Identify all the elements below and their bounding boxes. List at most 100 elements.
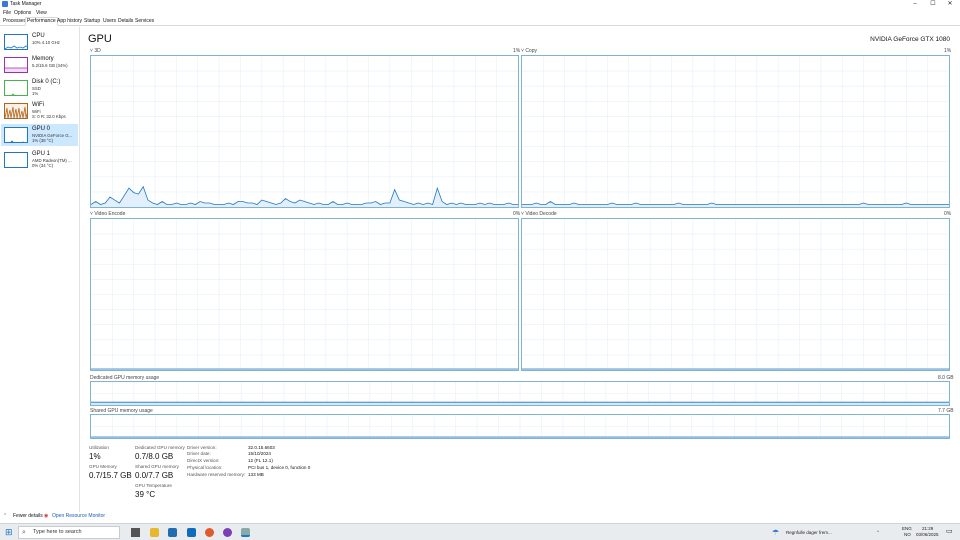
reserved-memory-value: 133 MB — [248, 472, 264, 477]
resource-monitor-icon: ◉ — [44, 513, 49, 519]
weather-text[interactable]: Regnfulle dager frem... — [786, 530, 832, 536]
sidebar-item-gpu-1[interactable]: GPU 1 AMD Radeon(TM) ... 0% (34 °C) — [1, 149, 78, 171]
engine-name: Copy — [525, 48, 537, 54]
sidebar-item-name: WiFi — [32, 102, 44, 108]
tab-startup[interactable]: Startup — [83, 17, 101, 26]
tab-users[interactable]: Users — [102, 17, 117, 26]
sidebar-item-name: CPU — [32, 33, 45, 39]
graph-shared-memory — [90, 414, 950, 439]
window-title: Task Manager — [10, 1, 42, 7]
footer-bar: ⌃ Fewer details ◉ Open Resource Monitor — [0, 510, 960, 523]
physical-location-label: Physical location: — [187, 465, 223, 470]
directx-version-value: 12 (FL 12.1) — [248, 458, 273, 463]
tab-app-history[interactable]: App history — [56, 17, 83, 26]
shared-memory-stat-label: Shared GPU memory — [135, 464, 179, 469]
tab-strip: Processes Performance App history Startu… — [0, 17, 960, 26]
driver-date-label: Driver date: — [187, 451, 211, 456]
engine-name: 3D — [94, 48, 101, 54]
shared-memory-stat-value: 0.0/7.7 GB — [135, 471, 174, 480]
reserved-memory-label: Hardware reserved memory: — [187, 472, 246, 477]
tab-services[interactable]: Services — [134, 17, 155, 26]
disk-thumbnail-graph — [4, 80, 28, 96]
sidebar-item-memory[interactable]: Memory 5.2/15.6 GB (34%) — [1, 54, 78, 76]
open-resource-monitor-link[interactable]: Open Resource Monitor — [52, 510, 105, 523]
sidebar-item-name: Memory — [32, 56, 54, 62]
page-title: GPU — [88, 33, 112, 45]
outlook-icon[interactable] — [187, 528, 196, 537]
search-icon: ⌕ — [22, 529, 26, 536]
chevron-up-icon[interactable]: ⌃ — [3, 510, 7, 523]
dedicated-memory-stat-label: Dedicated GPU memory — [135, 445, 185, 450]
task-view-icon[interactable] — [131, 528, 140, 537]
engine-label-video-encode: ˅ Video Encode — [90, 211, 125, 217]
graph-video-decode-svg — [522, 219, 949, 370]
store-icon[interactable] — [168, 528, 177, 537]
tab-details[interactable]: Details — [117, 17, 134, 26]
gpu-0-thumbnail-graph — [4, 127, 28, 143]
engine-label-video-decode: ˅ Video Decode — [521, 211, 557, 217]
sidebar-item-cpu[interactable]: CPU 10% 4.10 GHz — [1, 31, 78, 53]
series-area — [91, 402, 949, 405]
sidebar-item-detail: 10% 4.10 GHz — [32, 40, 60, 45]
taskbar: ⊞ ⌕ Type here to search ☂ Regnfulle dage… — [0, 523, 960, 540]
gpu-1-thumbnail-graph — [4, 152, 28, 168]
engine-percent-copy: 1% — [944, 48, 952, 54]
engine-name: Video Encode — [94, 211, 126, 217]
task-manager-taskbar-icon[interactable] — [241, 528, 250, 537]
gpu-model-name: NVIDIA GeForce GTX 1080 — [870, 36, 950, 43]
show-hidden-icons-icon[interactable]: ⌃ — [876, 530, 880, 536]
menu-file[interactable]: File — [3, 9, 11, 17]
gpu-temperature-label: GPU Temperature — [135, 483, 172, 488]
gpu-temperature-value: 39 °C — [135, 490, 156, 499]
graph-copy-svg — [522, 56, 949, 207]
utilization-value: 1% — [89, 452, 101, 461]
wifi-thumbnail-graph — [4, 103, 28, 119]
language-secondary[interactable]: NO — [904, 532, 911, 538]
menu-view[interactable]: View — [36, 9, 47, 17]
graph-copy — [521, 55, 950, 208]
utilization-label: Utilization — [89, 445, 109, 450]
notification-icon[interactable]: ▭ — [946, 528, 953, 535]
sidebar-item-disk[interactable]: Disk 0 (C:) SSD 1% — [1, 77, 78, 99]
engine-percent-video-encode: 0% — [513, 211, 521, 217]
sidebar-item-gpu-0[interactable]: GPU 0 NVIDIA GeForce G... 1% (38 °C) — [1, 124, 78, 146]
taskbar-search-box[interactable]: ⌕ Type here to search — [18, 526, 120, 539]
minimize-button[interactable]: – — [905, 0, 925, 9]
fewer-details-link[interactable]: Fewer details — [13, 510, 43, 523]
task-manager-icon — [2, 1, 8, 7]
gpu-memory-value: 0.7/15.7 GB — [89, 471, 132, 480]
title-bar: Task Manager – ☐ ✕ — [0, 0, 960, 9]
clock-date[interactable]: 03/06/2025 — [916, 532, 939, 538]
chevron-down-icon[interactable]: ˅ — [521, 211, 524, 217]
chevron-down-icon[interactable]: ˅ — [90, 211, 93, 217]
physical-location-value: PCI bus 1, device 0, function 0 — [248, 465, 311, 470]
tab-processes[interactable]: Processes — [2, 17, 27, 26]
weather-icon: ☂ — [772, 528, 780, 537]
performance-sidebar: CPU 10% 4.10 GHz Memory 5.2/15.6 GB (34%… — [0, 27, 80, 512]
chevron-down-icon[interactable]: ˅ — [521, 48, 524, 54]
sidebar-item-name: GPU 0 — [32, 126, 51, 132]
windows-start-icon[interactable]: ⊞ — [5, 527, 13, 537]
browser-icon[interactable] — [205, 528, 214, 537]
taskbar-search-placeholder: Type here to search — [33, 529, 82, 535]
graph-3d — [90, 55, 519, 208]
close-button[interactable]: ✕ — [940, 0, 960, 9]
graph-video-encode-svg — [91, 219, 518, 370]
sidebar-item-wifi[interactable]: WiFi WiFi S: 0 R: 32.0 Kbps — [1, 100, 78, 122]
tab-performance[interactable]: Performance — [25, 17, 58, 26]
engine-label-3d: ˅ 3D — [90, 48, 101, 54]
graph-dedicated-memory — [90, 381, 950, 406]
driver-date-value: 15/10/2024 — [248, 451, 271, 456]
sidebar-item-detail: 5.2/15.6 GB (34%) — [32, 63, 68, 68]
menu-options[interactable]: Options — [14, 9, 31, 17]
engine-label-copy: ˅ Copy — [521, 48, 537, 54]
app-icon[interactable] — [223, 528, 232, 537]
engine-name: Video Decode — [525, 211, 557, 217]
dedicated-memory-stat-value: 0.7/8.0 GB — [135, 452, 174, 461]
engine-percent-3d: 1% — [513, 48, 521, 54]
file-explorer-icon[interactable] — [150, 528, 159, 537]
graph-shared-memory-svg — [91, 415, 949, 438]
sidebar-item-detail: S: 0 R: 32.0 Kbps — [32, 114, 66, 119]
graph-dedicated-memory-svg — [91, 382, 949, 405]
chevron-down-icon[interactable]: ˅ — [90, 48, 93, 54]
